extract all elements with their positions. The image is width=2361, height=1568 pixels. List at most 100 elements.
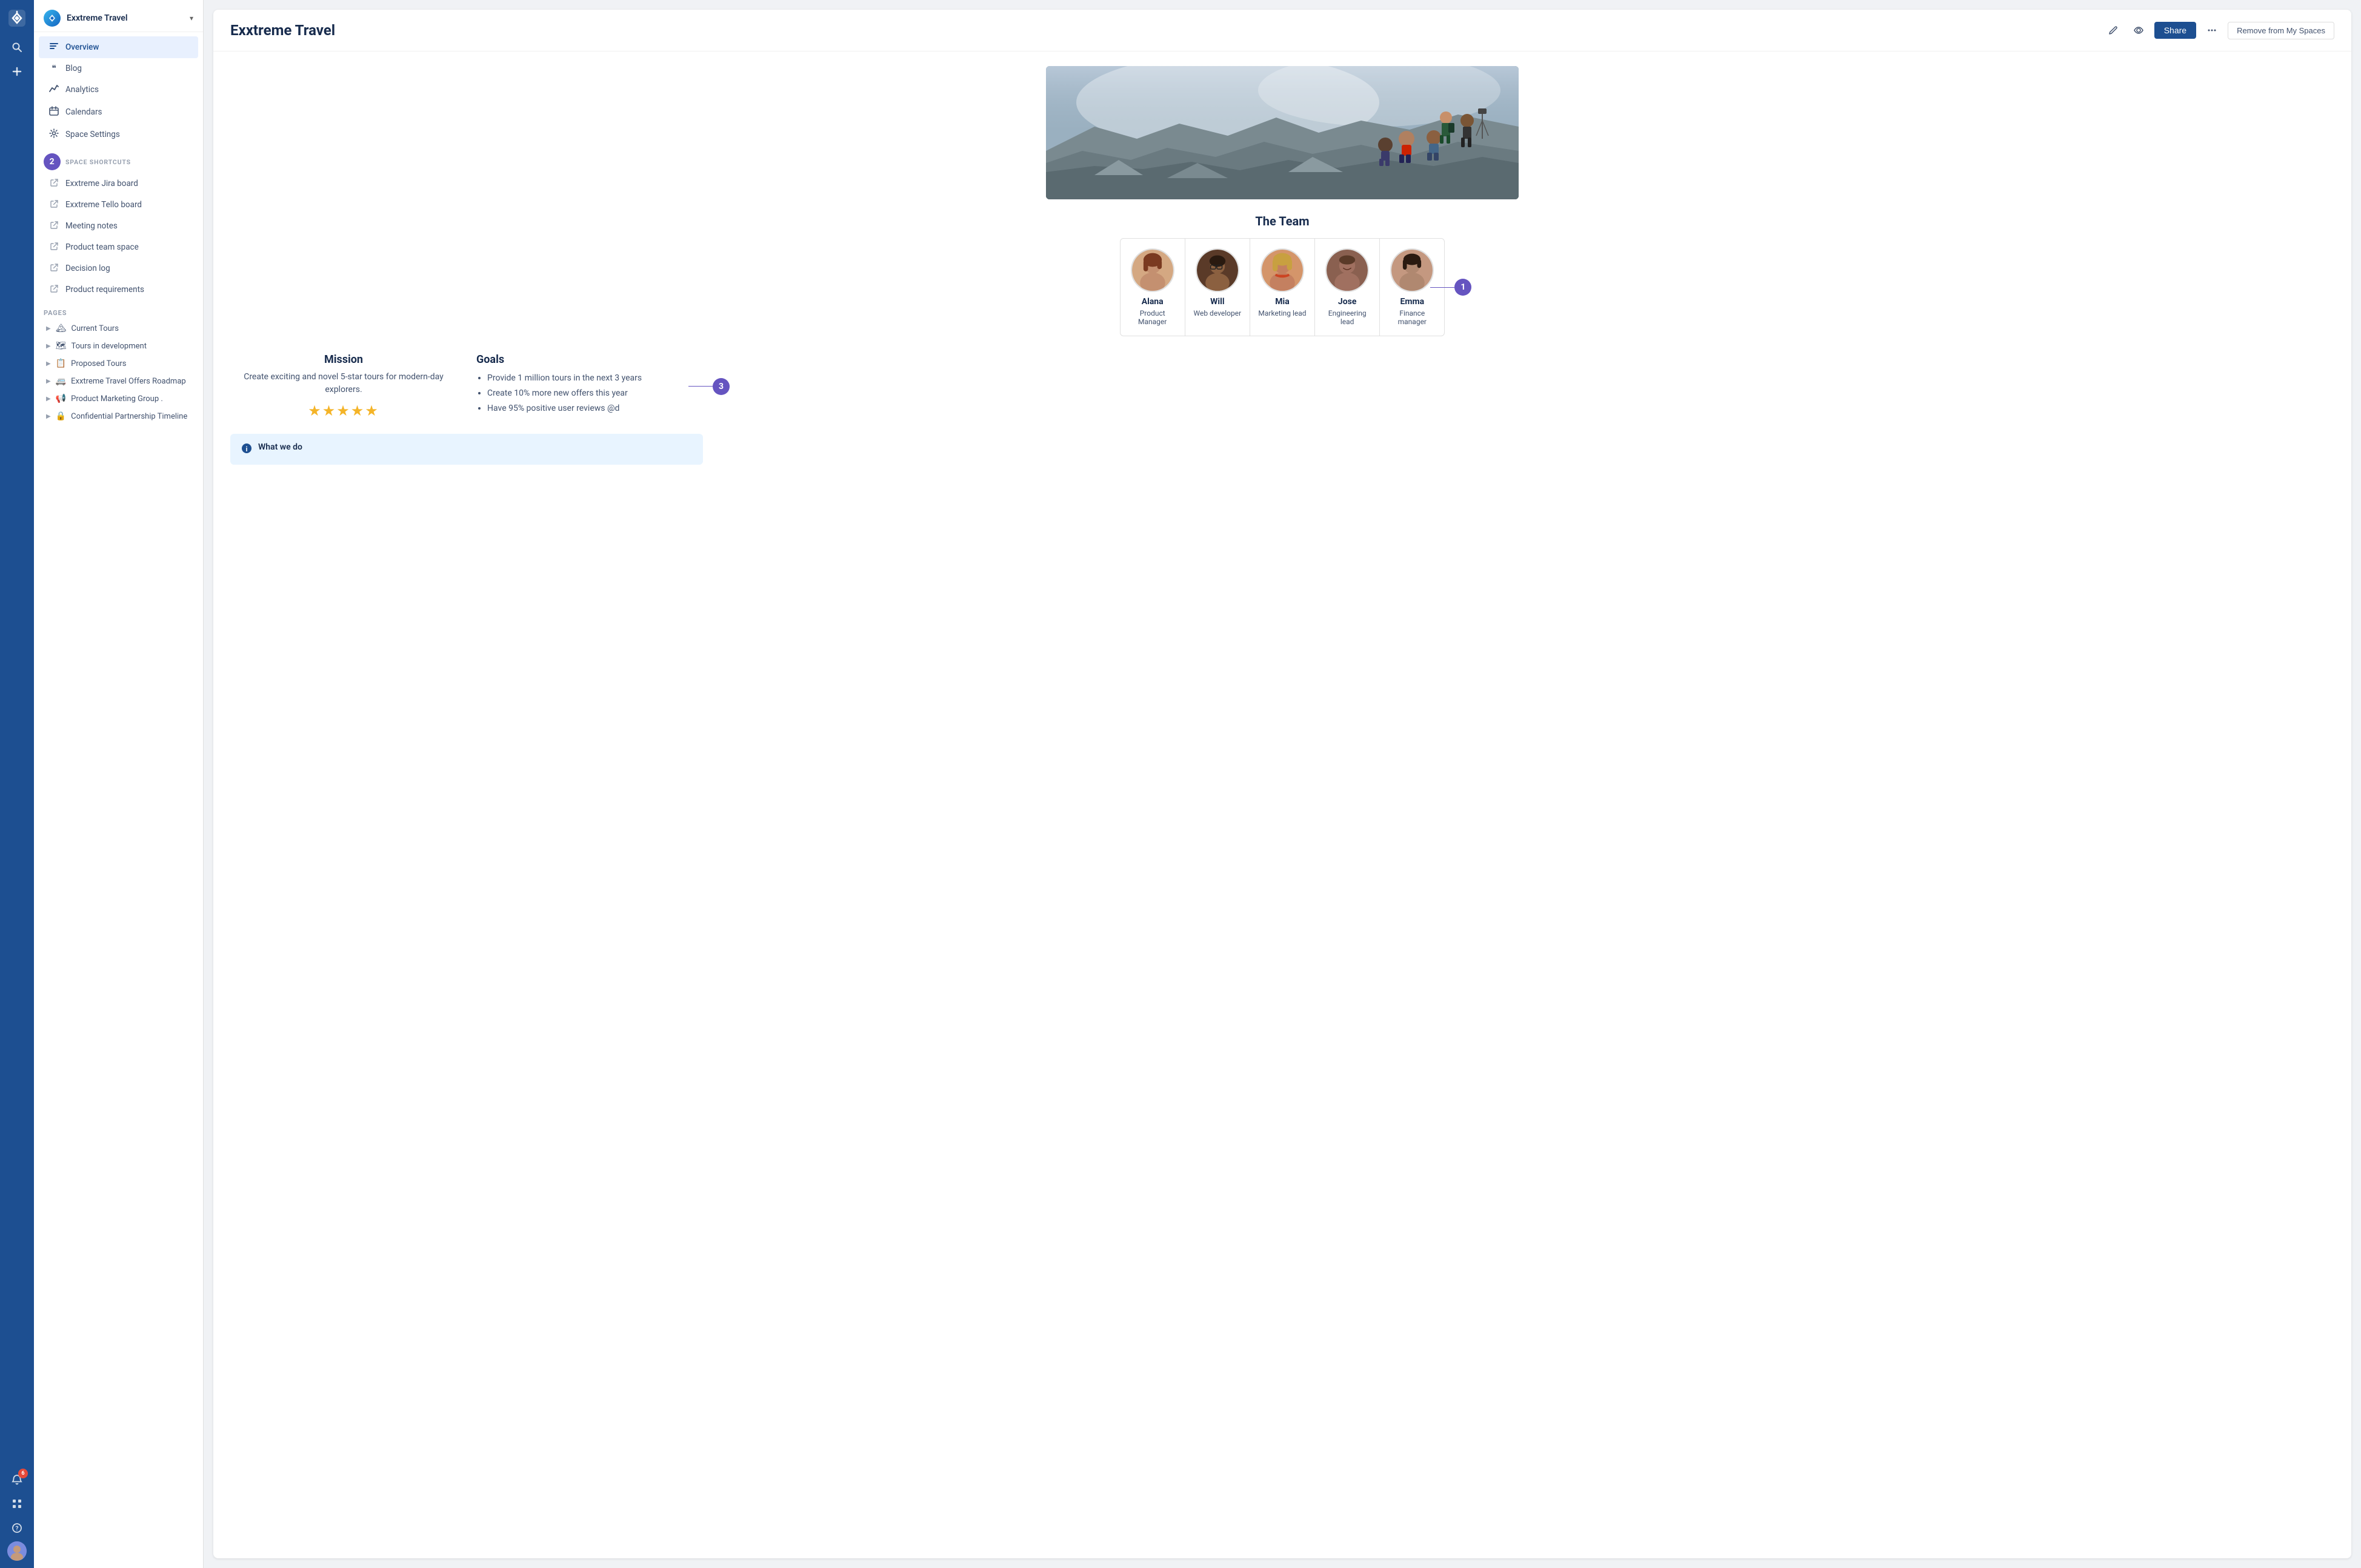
hero-image (1046, 66, 1519, 199)
member-name-mia: Mia (1275, 297, 1289, 307)
team-avatar-jose (1325, 248, 1369, 292)
blog-label: Blog (65, 64, 82, 73)
what-we-do-section: i What we do (230, 434, 703, 465)
shortcuts-list: Exxtreme Jira board Exxtreme Tello board (34, 173, 203, 301)
team-title: The Team (230, 214, 2334, 228)
mission-title: Mission (230, 353, 457, 366)
share-button[interactable]: Share (2154, 22, 2196, 39)
page-current-tours[interactable]: ▶ 🏔 Current Tours (36, 320, 201, 337)
annotation-3: 3 (713, 378, 730, 395)
page-marketing-label: Product Marketing Group . (71, 394, 163, 404)
shortcut-product-team[interactable]: Product team space (39, 237, 198, 257)
apps-icon[interactable] (6, 1493, 28, 1515)
shortcut-tello[interactable]: Exxtreme Tello board (39, 194, 198, 215)
sidebar-item-overview[interactable]: Overview (39, 36, 198, 58)
page-roadmap-label: Exxtreme Travel Offers Roadmap (71, 377, 186, 386)
shortcut-meeting-notes[interactable]: Meeting notes (39, 216, 198, 236)
page-tours-dev[interactable]: ▶ 🗺 Tours in development (36, 337, 201, 354)
page-header: Exxtreme Travel Share (213, 10, 2351, 51)
external-link-icon-6 (48, 284, 59, 295)
analytics-icon (48, 84, 59, 96)
member-role-mia: Marketing lead (1258, 309, 1306, 317)
user-avatar[interactable] (7, 1541, 27, 1561)
team-avatar-alana (1131, 248, 1174, 292)
shortcut-meeting-notes-label: Meeting notes (65, 221, 118, 231)
team-member-jose: Jose Engineering lead (1315, 239, 1380, 336)
page-chevron-icon: ▶ (46, 325, 51, 332)
overview-label: Overview (65, 42, 99, 52)
team-avatar-emma (1390, 248, 1434, 292)
page-chevron-icon-2: ▶ (46, 343, 51, 350)
team-section: The Team (230, 214, 2334, 336)
space-settings-label: Space Settings (65, 130, 120, 139)
stars-rating: ★★★★★ (230, 402, 457, 419)
watch-button[interactable] (2129, 21, 2148, 40)
sidebar-item-calendars[interactable]: Calendars (39, 101, 198, 123)
gear-icon (48, 128, 59, 141)
goals-section: Goals Provide 1 million tours in the nex… (476, 353, 703, 419)
shortcuts-section-label: 2 SPACE SHORTCUTS (34, 146, 203, 173)
page-proposed-tours[interactable]: ▶ 📋 Proposed Tours (36, 355, 201, 372)
step-badge-2: 2 (44, 153, 61, 170)
svg-text:i: i (246, 445, 248, 453)
space-name-label: Exxtreme Travel (67, 13, 127, 23)
team-avatar-mia (1260, 248, 1304, 292)
external-link-icon-3 (48, 221, 59, 231)
svg-text:?: ? (16, 1526, 19, 1532)
goal-1: Provide 1 million tours in the next 3 ye… (487, 371, 703, 386)
main-content-area: Exxtreme Travel Share (213, 10, 2351, 1558)
notifications-button[interactable]: 6 (6, 1469, 28, 1490)
goals-list: Provide 1 million tours in the next 3 ye… (476, 371, 703, 417)
shortcut-jira[interactable]: Exxtreme Jira board (39, 173, 198, 194)
sidebar-item-blog[interactable]: ❝ Blog (39, 59, 198, 78)
help-icon[interactable]: ? (6, 1517, 28, 1539)
page-tours-dev-label: Tours in development (71, 342, 146, 351)
page-title: Exxtreme Travel (230, 22, 335, 39)
goals-title: Goals (476, 353, 703, 366)
shortcut-decision-log[interactable]: Decision log (39, 258, 198, 279)
overview-icon (48, 41, 59, 53)
mission-section: Mission Create exciting and novel 5-star… (230, 353, 457, 419)
member-role-will: Web developer (1194, 309, 1242, 317)
annotation-1: 1 (1454, 279, 1471, 296)
page-roadmap[interactable]: ▶ 🚐 Exxtreme Travel Offers Roadmap (36, 373, 201, 390)
space-selector[interactable]: Exxtreme Travel (44, 10, 127, 27)
app-logo[interactable] (6, 7, 28, 29)
member-name-jose: Jose (1338, 297, 1356, 307)
member-name-will: Will (1210, 297, 1224, 307)
space-icon (44, 10, 61, 27)
page-current-tours-label: Current Tours (71, 324, 118, 333)
external-link-icon (48, 178, 59, 189)
goal-3: Have 95% positive user reviews @d (487, 401, 703, 416)
external-link-icon-4 (48, 242, 59, 253)
member-role-jose: Engineering lead (1321, 309, 1373, 326)
pages-list: ▶ 🏔 Current Tours ▶ 🗺 Tours in developme… (34, 319, 203, 425)
edit-button[interactable] (2103, 21, 2123, 40)
add-icon[interactable] (6, 61, 28, 82)
external-link-icon-2 (48, 199, 59, 210)
blog-icon: ❝ (48, 64, 59, 73)
search-icon[interactable] (6, 36, 28, 58)
sidebar-item-space-settings[interactable]: Space Settings (39, 124, 198, 145)
remove-from-spaces-button[interactable]: Remove from My Spaces (2228, 22, 2334, 39)
shortcut-product-requirements[interactable]: Product requirements (39, 279, 198, 300)
shortcut-tello-label: Exxtreme Tello board (65, 200, 142, 210)
shortcut-product-team-label: Product team space (65, 242, 139, 252)
more-options-button[interactable] (2202, 21, 2222, 40)
page-chevron-icon-6: ▶ (46, 413, 51, 420)
shortcut-product-req-label: Product requirements (65, 285, 144, 294)
chevron-down-icon[interactable]: ▾ (190, 14, 193, 22)
page-chevron-icon-5: ▶ (46, 396, 51, 402)
calendars-label: Calendars (65, 107, 102, 117)
page-confidential[interactable]: ▶ 🔒 Confidential Partnership Timeline (36, 408, 201, 425)
icon-bar: 6 ? (0, 0, 34, 1568)
team-member-will: Will Web developer (1185, 239, 1250, 336)
page-marketing[interactable]: ▶ 📢 Product Marketing Group . (36, 390, 201, 407)
pages-section-label: PAGES (34, 301, 203, 319)
what-we-do-title: What we do (258, 442, 302, 452)
sidebar-header: Exxtreme Travel ▾ (34, 0, 203, 32)
page-body: The Team (213, 51, 2351, 1558)
page-chevron-icon-3: ▶ (46, 360, 51, 367)
member-name-alana: Alana (1142, 297, 1164, 307)
sidebar-item-analytics[interactable]: Analytics (39, 79, 198, 101)
